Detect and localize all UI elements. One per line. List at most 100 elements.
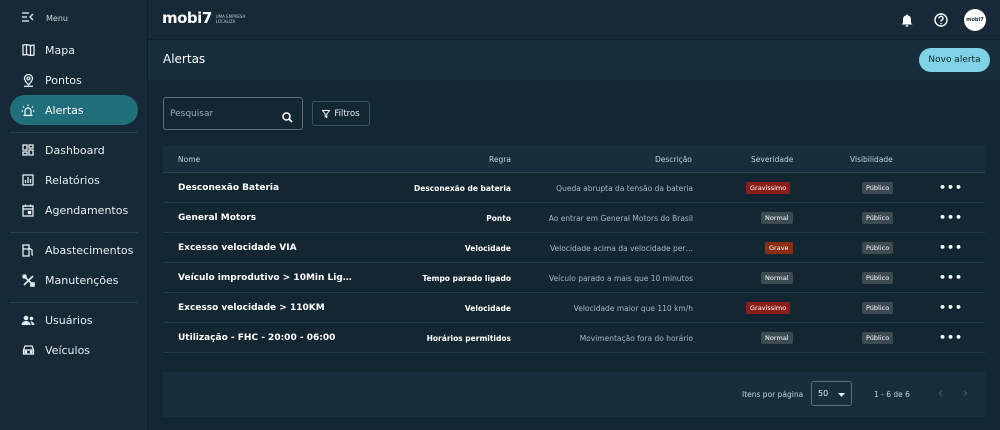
menu-collapse-icon xyxy=(22,12,36,24)
visibility-badge: Público xyxy=(862,212,894,224)
more-options-icon[interactable]: ••• xyxy=(939,331,963,344)
table-header: Nome Regra Descrição Severidade Visibili… xyxy=(163,146,985,173)
more-options-icon[interactable]: ••• xyxy=(939,241,963,254)
menu-toggle[interactable]: Menu xyxy=(0,0,147,36)
alert-rule: Tempo parado ligado xyxy=(422,274,511,283)
users-icon xyxy=(21,313,35,327)
alert-description: Velocidade maior que 110 km/h xyxy=(573,304,693,313)
column-header-visibility[interactable]: Visibilidade xyxy=(850,155,893,164)
dashboard-icon xyxy=(21,143,35,157)
table-row[interactable]: Excesso velocidade > 110KM Velocidade Ve… xyxy=(163,293,985,323)
sidebar-divider xyxy=(10,232,138,233)
severity-badge: Normal xyxy=(761,212,793,224)
siren-icon xyxy=(21,103,35,117)
sidebar-item-label: Mapa xyxy=(45,43,75,57)
map-icon xyxy=(21,43,35,57)
alert-name: General Motors xyxy=(178,213,257,223)
alert-rule: Velocidade xyxy=(464,244,511,253)
alert-description: Veículo parado a mais que 10 minutos xyxy=(549,274,693,283)
sidebar-item-alertas[interactable]: Alertas xyxy=(10,95,138,125)
search-box xyxy=(163,97,303,130)
sidebar-item-veiculos[interactable]: Veículos xyxy=(10,335,138,365)
more-options-icon[interactable]: ••• xyxy=(939,301,963,314)
alert-name: Veículo improdutivo > 10Min Lig… xyxy=(178,273,352,283)
sidebar-item-usuarios[interactable]: Usuários xyxy=(10,305,138,335)
logo-subtitle: UMA EMPRESA LOCALIZA xyxy=(215,14,246,24)
alert-rule: Desconexão de bateria xyxy=(414,184,511,193)
search-input[interactable] xyxy=(170,107,270,121)
alert-description: Ao entrar em General Motors do Brasil xyxy=(548,214,693,223)
column-header-description[interactable]: Descrição xyxy=(655,155,692,164)
visibility-badge: Público xyxy=(862,332,894,344)
alert-rule: Ponto xyxy=(486,214,511,223)
sidebar-item-label: Alertas xyxy=(45,103,84,117)
column-header-severity[interactable]: Severidade xyxy=(751,155,793,164)
column-header-name[interactable]: Nome xyxy=(178,155,200,164)
user-avatar[interactable]: mobi7 xyxy=(964,9,986,31)
page-title: Alertas xyxy=(163,52,206,66)
sidebar-divider xyxy=(10,302,138,303)
page-range: 1 - 6 de 6 xyxy=(874,390,910,399)
visibility-badge: Público xyxy=(862,182,894,194)
alert-name: Utilização - FHC - 20:00 - 06:00 xyxy=(178,333,336,343)
filter-label: Filtros xyxy=(334,108,360,119)
more-options-icon[interactable]: ••• xyxy=(939,211,963,224)
page-size-select[interactable]: 50 xyxy=(811,381,852,406)
calendar-icon xyxy=(21,203,35,217)
sidebar-item-label: Pontos xyxy=(45,73,82,87)
alert-name: Desconexão Bateria xyxy=(178,183,280,193)
severity-badge: Gravíssimo xyxy=(746,182,791,194)
main-content: Filtros Nome Regra Descrição Severidade … xyxy=(148,80,1000,430)
column-header-rule[interactable]: Regra xyxy=(489,155,511,164)
alert-rule: Velocidade xyxy=(464,304,511,313)
page-header: Alertas Novo alerta xyxy=(148,40,1000,80)
brand-logo[interactable]: mobi7 UMA EMPRESA LOCALIZA xyxy=(162,9,248,27)
next-page-icon[interactable]: › xyxy=(963,386,968,400)
search-icon[interactable] xyxy=(282,108,293,127)
table-row[interactable]: Excesso velocidade VIA Velocidade Veloci… xyxy=(163,233,985,263)
visibility-badge: Público xyxy=(862,242,894,254)
sidebar-item-agendamentos[interactable]: Agendamentos xyxy=(10,195,138,225)
severity-badge: Normal xyxy=(761,272,793,284)
more-options-icon[interactable]: ••• xyxy=(939,181,963,194)
sidebar-item-label: Usuários xyxy=(45,313,93,327)
table-row[interactable]: Desconexão Bateria Desconexão de bateria… xyxy=(163,173,985,203)
alert-description: Movimentação fora do horário xyxy=(579,334,693,343)
sidebar-item-manutencoes[interactable]: Manutenções xyxy=(10,265,138,295)
items-per-page-label: Itens por página xyxy=(742,390,804,399)
filter-icon xyxy=(322,109,331,118)
sidebar-item-pontos[interactable]: Pontos xyxy=(10,65,138,95)
table-row[interactable]: Veículo improdutivo > 10Min Lig… Tempo p… xyxy=(163,263,985,293)
alerts-table: Nome Regra Descrição Severidade Visibili… xyxy=(163,146,985,353)
notification-bell-icon[interactable] xyxy=(898,11,916,29)
tools-icon xyxy=(21,273,35,287)
sidebar-item-dashboard[interactable]: Dashboard xyxy=(10,135,138,165)
top-bar: mobi7 UMA EMPRESA LOCALIZA mobi7 xyxy=(148,0,1000,40)
alert-rule: Horários permitidos xyxy=(426,334,511,343)
sidebar: Menu Mapa Pontos Alertas Dashboard Relat… xyxy=(0,0,148,430)
alert-name: Excesso velocidade VIA xyxy=(178,243,297,253)
filter-button[interactable]: Filtros xyxy=(312,101,370,126)
severity-badge: Gravíssimo xyxy=(746,302,791,314)
visibility-badge: Público xyxy=(862,302,894,314)
location-pin-icon xyxy=(21,73,35,87)
car-icon xyxy=(21,343,35,357)
help-icon[interactable] xyxy=(932,11,950,29)
sidebar-item-label: Manutenções xyxy=(45,273,119,287)
table-row[interactable]: General Motors Ponto Ao entrar em Genera… xyxy=(163,203,985,233)
sidebar-divider xyxy=(10,132,138,133)
sidebar-item-relatorios[interactable]: Relatórios xyxy=(10,165,138,195)
menu-label: Menu xyxy=(46,13,68,23)
table-row[interactable]: Utilização - FHC - 20:00 - 06:00 Horário… xyxy=(163,323,985,353)
previous-page-icon[interactable]: ‹ xyxy=(938,386,943,400)
new-alert-button[interactable]: Novo alerta xyxy=(919,48,990,72)
sidebar-item-abastecimentos[interactable]: Abastecimentos xyxy=(10,235,138,265)
caret-down-icon xyxy=(838,391,845,400)
report-icon xyxy=(21,173,35,187)
severity-badge: Normal xyxy=(761,332,793,344)
sidebar-item-mapa[interactable]: Mapa xyxy=(10,35,138,65)
pagination: Itens por página 50 1 - 6 de 6 ‹ › xyxy=(163,372,985,417)
fuel-pump-icon xyxy=(21,243,35,257)
alert-name: Excesso velocidade > 110KM xyxy=(178,303,325,313)
more-options-icon[interactable]: ••• xyxy=(939,271,963,284)
